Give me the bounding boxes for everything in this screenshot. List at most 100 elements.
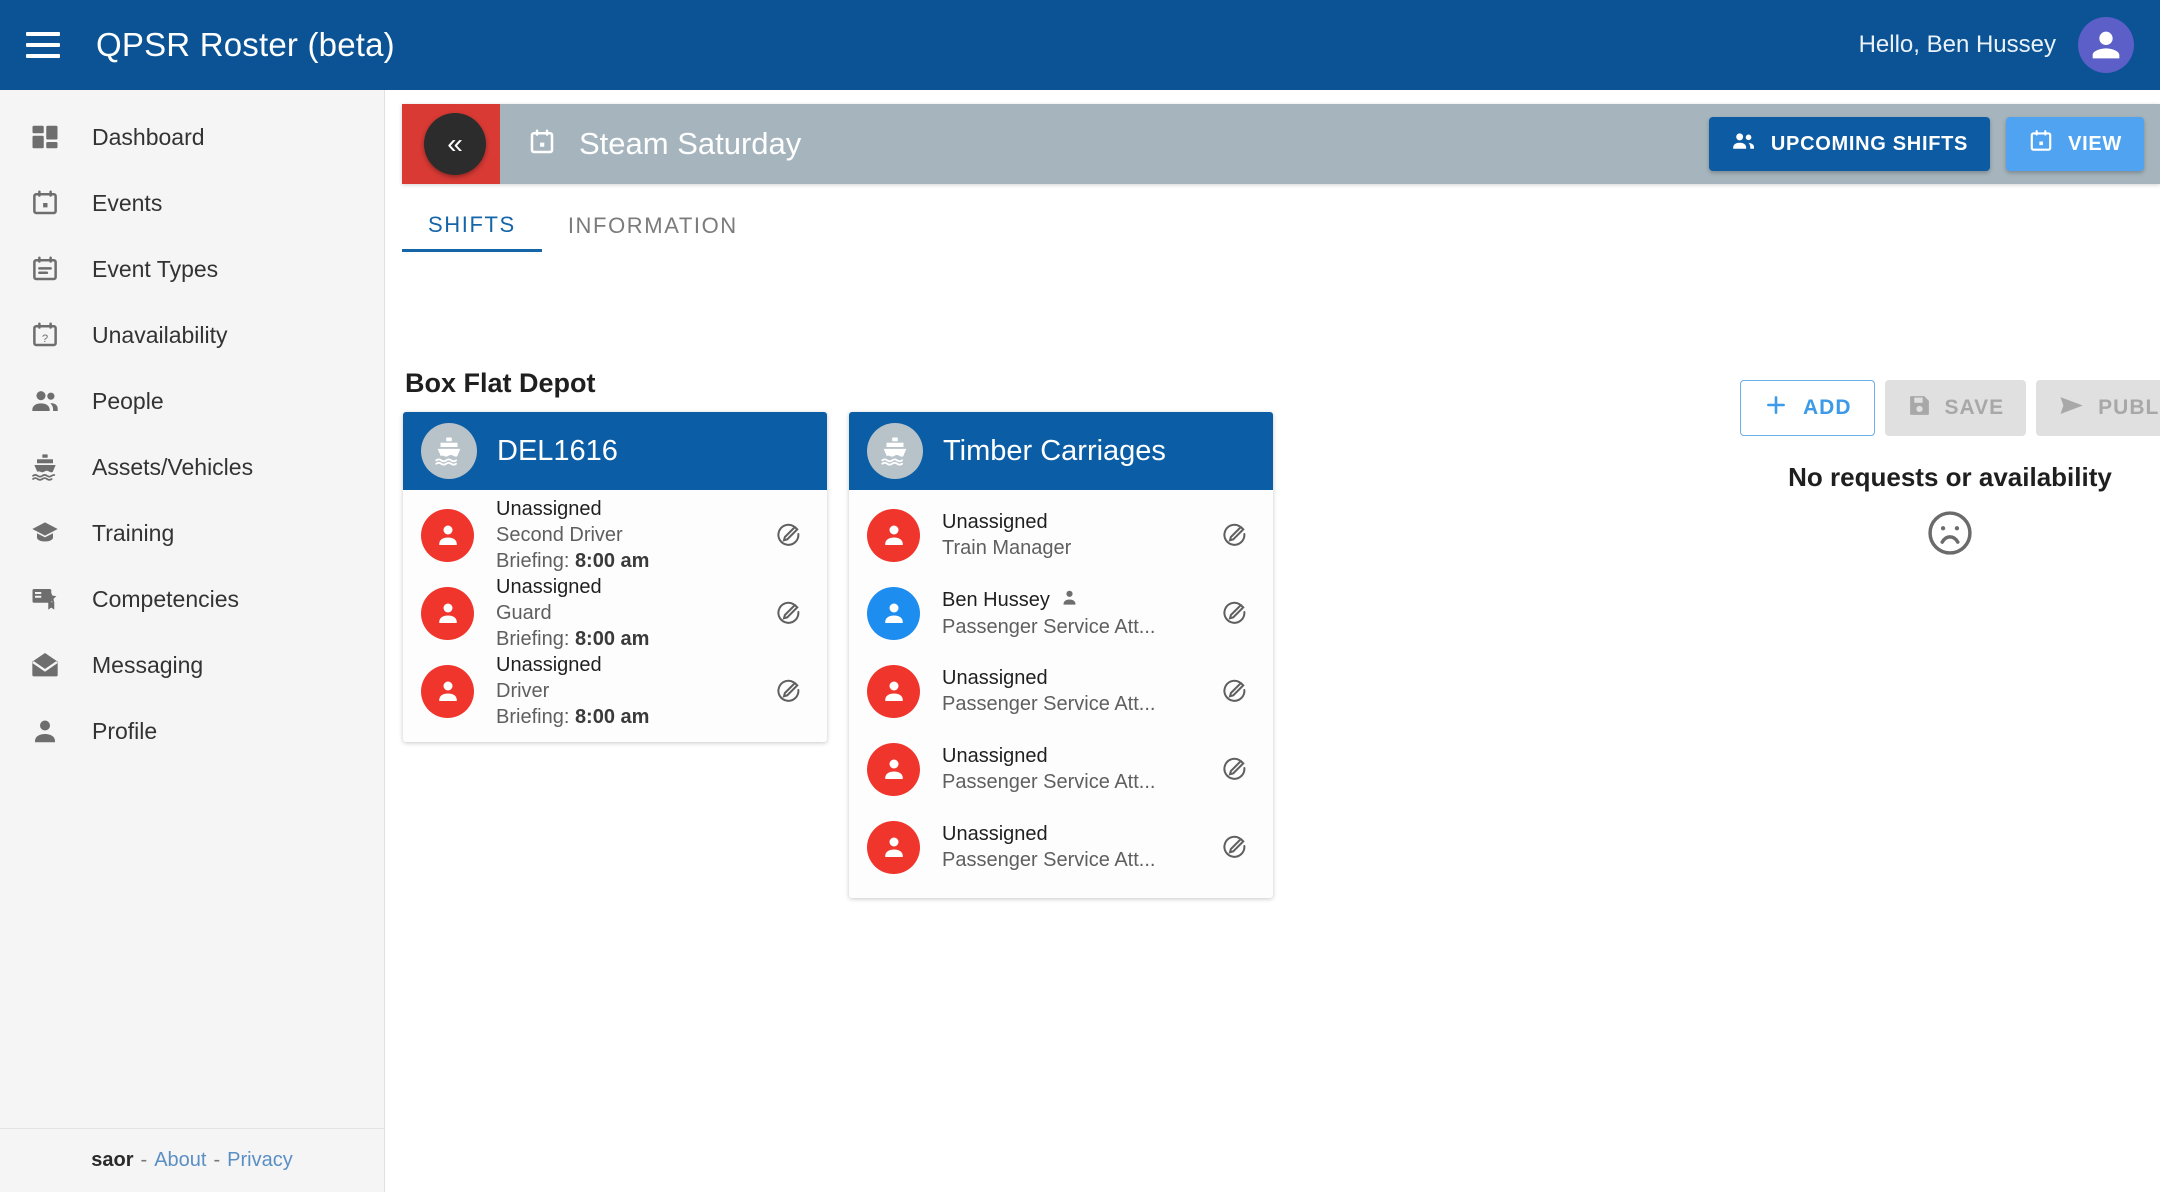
sidebar-item-unavailability[interactable]: ? Unavailability	[0, 302, 384, 368]
shift-row-text: Unassigned Second Driver Briefing: 8:00 …	[496, 498, 769, 573]
account-circle-icon[interactable]	[2078, 17, 2134, 73]
shift-role: Passenger Service Att...	[942, 771, 1157, 794]
send-icon	[2058, 392, 2085, 425]
save-button: SAVE	[1885, 380, 2027, 436]
app-title: QPSR Roster (beta)	[96, 26, 395, 64]
sidebar-item-label: Training	[92, 520, 174, 547]
person-avatar-unassigned	[867, 743, 920, 796]
shift-row[interactable]: Unassigned Passenger Service Att...	[849, 808, 1273, 886]
sidebar-item-event-types[interactable]: Event Types	[0, 236, 384, 302]
shift-role: Passenger Service Att...	[942, 849, 1157, 872]
shift-row[interactable]: Unassigned Passenger Service Att...	[849, 730, 1273, 808]
calendar-question-icon: ?	[22, 320, 68, 350]
edit-pencil-icon[interactable]	[769, 671, 809, 711]
shift-assignee-name: Unassigned	[496, 576, 769, 599]
edit-pencil-icon[interactable]	[1215, 827, 1255, 867]
person-avatar-unassigned	[421, 509, 474, 562]
save-disk-icon	[1907, 393, 1932, 424]
edit-pencil-icon[interactable]	[1215, 593, 1255, 633]
person-avatar-assigned	[867, 587, 920, 640]
edit-pencil-icon[interactable]	[1215, 671, 1255, 711]
requests-panel-actions: ADD SAVE PUBLISH	[1740, 380, 2160, 436]
shift-assignee-name: Unassigned	[942, 511, 1215, 534]
topbar-right-group: Hello, Ben Hussey	[1859, 17, 2134, 73]
sidebar-item-assets-vehicles[interactable]: Assets/Vehicles	[0, 434, 384, 500]
shift-card-body: Unassigned Train Manager	[849, 490, 1273, 898]
sidebar-item-competencies[interactable]: Competencies	[0, 566, 384, 632]
shift-card-title: Timber Carriages	[943, 435, 1166, 468]
shift-role: Driver	[496, 680, 711, 703]
sidebar-item-people[interactable]: People	[0, 368, 384, 434]
privacy-link[interactable]: Privacy	[227, 1149, 293, 1172]
event-header-actions: UPCOMING SHIFTS VIEW	[1709, 117, 2144, 171]
sidebar-item-training[interactable]: Training	[0, 500, 384, 566]
footer-brand: saor	[91, 1149, 133, 1172]
sidebar-item-label: Competencies	[92, 586, 239, 613]
event-title: Steam Saturday	[579, 126, 801, 162]
upcoming-shifts-button[interactable]: UPCOMING SHIFTS	[1709, 117, 1990, 171]
upcoming-shifts-label: UPCOMING SHIFTS	[1771, 133, 1968, 156]
shift-role: Passenger Service Att...	[942, 693, 1157, 716]
tab-shifts[interactable]: SHIFTS	[402, 200, 542, 252]
shift-row[interactable]: Unassigned Passenger Service Att...	[849, 652, 1273, 730]
footer-separator: -	[213, 1149, 220, 1172]
shift-row[interactable]: Unassigned Guard Briefing: 8:00 am	[403, 574, 827, 652]
add-button[interactable]: ADD	[1740, 380, 1875, 436]
shift-briefing: Briefing: 8:00 am	[496, 706, 769, 729]
ferry-icon	[22, 451, 68, 483]
shift-row[interactable]: Unassigned Train Manager	[849, 496, 1273, 574]
shift-row[interactable]: Unassigned Second Driver Briefing: 8:00 …	[403, 496, 827, 574]
envelope-open-icon	[22, 649, 68, 681]
plus-icon	[1763, 392, 1789, 424]
svg-text:?: ?	[42, 333, 48, 345]
sidebar-item-events[interactable]: Events	[0, 170, 384, 236]
shift-row[interactable]: Ben Hussey Passenger Service Att...	[849, 574, 1273, 652]
dashboard-icon	[22, 122, 68, 152]
edit-pencil-icon[interactable]	[769, 515, 809, 555]
view-button[interactable]: VIEW	[2006, 117, 2144, 171]
assigned-person-badge-icon	[1060, 588, 1079, 613]
shift-role: Second Driver	[496, 524, 711, 547]
shift-card-header: Timber Carriages	[849, 412, 1273, 490]
sidebar-item-dashboard[interactable]: Dashboard	[0, 104, 384, 170]
person-avatar-unassigned	[421, 587, 474, 640]
sidebar-item-label: Profile	[92, 718, 157, 745]
shift-row-text: Ben Hussey Passenger Service Att...	[942, 588, 1215, 639]
shift-assignee-name: Unassigned	[496, 498, 769, 521]
main-content: « Steam Saturday UPCOMING SHIFTS	[385, 90, 2160, 1192]
sidebar-item-profile[interactable]: Profile	[0, 698, 384, 764]
shift-card-body: Unassigned Second Driver Briefing: 8:00 …	[403, 490, 827, 742]
hamburger-menu-icon[interactable]	[26, 32, 60, 58]
shift-role: Passenger Service Att...	[942, 616, 1157, 639]
edit-pencil-icon[interactable]	[1215, 515, 1255, 555]
requests-panel: ADD SAVE PUBLISH No requests or availabi…	[1740, 380, 2160, 559]
shift-assignee-name: Unassigned	[942, 745, 1215, 768]
shift-card: Timber Carriages Unassigned Train Manage…	[849, 412, 1273, 898]
empty-state-title: No requests or availability	[1740, 462, 2160, 493]
shift-row-text: Unassigned Passenger Service Att...	[942, 823, 1215, 872]
shift-assignee-name: Ben Hussey	[942, 588, 1215, 613]
group-icon	[1731, 128, 1757, 160]
sidebar-nav: Dashboard Events Event Types ? Unavailab…	[0, 90, 384, 1128]
edit-pencil-icon[interactable]	[769, 593, 809, 633]
ferry-icon	[867, 423, 923, 479]
sidebar-item-label: Dashboard	[92, 124, 205, 151]
calendar-event-icon	[527, 127, 557, 162]
shift-row-text: Unassigned Passenger Service Att...	[942, 745, 1215, 794]
tab-information[interactable]: INFORMATION	[542, 200, 764, 252]
publish-button: PUBLISH	[2036, 380, 2160, 436]
shift-briefing: Briefing: 8:00 am	[496, 628, 769, 651]
view-label: VIEW	[2068, 133, 2122, 156]
calendar-list-icon	[22, 254, 68, 284]
sidebar: Dashboard Events Event Types ? Unavailab…	[0, 90, 385, 1192]
shift-row[interactable]: Unassigned Driver Briefing: 8:00 am	[403, 652, 827, 730]
calendar-event-icon	[22, 188, 68, 218]
collapse-sidebar-button[interactable]: «	[424, 113, 486, 175]
about-link[interactable]: About	[154, 1149, 206, 1172]
edit-pencil-icon[interactable]	[1215, 749, 1255, 789]
shift-role: Train Manager	[942, 537, 1157, 560]
shift-cards-container: DEL1616 Unassigned Second Driver Briefin…	[403, 412, 1273, 898]
person-avatar-unassigned	[867, 821, 920, 874]
depot-title: Box Flat Depot	[405, 368, 596, 399]
sidebar-item-messaging[interactable]: Messaging	[0, 632, 384, 698]
